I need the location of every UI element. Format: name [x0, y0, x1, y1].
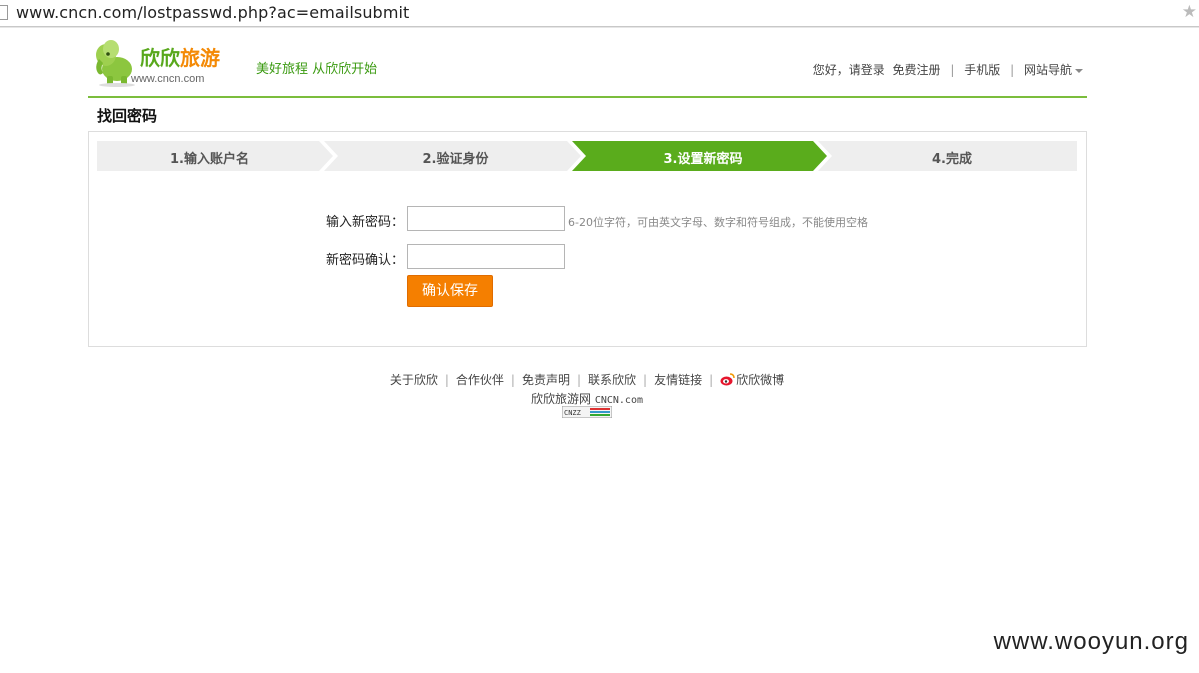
step-1: 1.输入账户名 [170, 152, 249, 167]
footer-separator: | [510, 373, 515, 387]
footer-link-partners[interactable]: 合作伙伴 [456, 373, 504, 387]
site-nav-label: 网站导航 [1023, 63, 1072, 77]
footer-separator: | [709, 373, 714, 387]
watermark: www.wooyun.org [993, 628, 1189, 655]
reset-password-panel: 1.输入账户名 2.验证身份 3.设置新密码 4.完成 输入新密码： 6-20位… [88, 131, 1087, 347]
footer-link-disclaimer[interactable]: 免责声明 [522, 373, 570, 387]
nav-separator: | [950, 63, 955, 77]
copyright-domain: CNCN.com [594, 395, 643, 406]
cnzz-badge-label: CNZZ [564, 409, 581, 417]
footer-separator: | [444, 373, 449, 387]
url-text[interactable]: www.cncn.com/lostpasswd.php?ac=emailsubm… [16, 3, 409, 22]
copyright-cn: 欣欣旅游网 [530, 392, 591, 406]
copyright: 欣欣旅游网 CNCN.com [0, 390, 1174, 407]
footer-separator: | [643, 373, 648, 387]
mobile-link[interactable]: 手机版 [964, 63, 1000, 77]
footer-link-contact[interactable]: 联系欣欣 [588, 373, 636, 387]
new-password-label: 输入新密码： [325, 215, 404, 230]
confirm-password-label: 新密码确认： [325, 253, 404, 268]
browser-address-bar[interactable]: www.cncn.com/lostpasswd.php?ac=emailsubm… [0, 0, 1199, 27]
slogan: 美好旅程 从欣欣开始 [256, 62, 378, 77]
site-logo[interactable]: 欣欣旅游 www.cncn.com [93, 39, 243, 89]
step-3-active: 3.设置新密码 [663, 152, 743, 167]
cnzz-badge[interactable]: CNZZ [562, 406, 612, 418]
footer-link-weibo[interactable]: 欣欣微博 [720, 373, 784, 387]
step-4: 4.完成 [932, 152, 972, 167]
new-password-input[interactable] [407, 206, 565, 231]
confirm-password-row: 新密码确认： [89, 244, 1086, 272]
footer-link-friends[interactable]: 友情链接 [654, 373, 702, 387]
footer-weibo-label: 欣欣微博 [736, 373, 785, 387]
step-2: 2.验证身份 [422, 152, 489, 167]
chevron-down-icon [1075, 68, 1083, 73]
page-icon [0, 5, 8, 20]
footer-link-about[interactable]: 关于欣欣 [390, 373, 438, 387]
brand-name: 欣欣旅游 [140, 46, 220, 70]
footer-links: 关于欣欣 | 合作伙伴 | 免责声明 | 联系欣欣 | 友情链接 | 欣欣微博 [0, 371, 1174, 388]
star-icon[interactable]: ★ [1182, 2, 1197, 22]
footer-separator: | [576, 373, 582, 387]
login-link[interactable]: 您好，请登录 [813, 63, 885, 77]
step-indicator: 1.输入账户名 2.验证身份 3.设置新密码 4.完成 [97, 141, 1077, 171]
new-password-hint: 6-20位字符，可由英文字母、数字和符号组成，不能使用空格 [568, 216, 868, 229]
header-divider [88, 96, 1087, 98]
register-link[interactable]: 免费注册 [893, 63, 941, 77]
page-title: 找回密码 [97, 107, 158, 125]
confirm-password-input[interactable] [407, 244, 565, 269]
weibo-icon [720, 373, 735, 386]
save-button[interactable]: 确认保存 [407, 275, 493, 307]
brand-site: www.cncn.com [131, 73, 205, 85]
top-nav: 您好，请登录 免费注册 | 手机版 | 网站导航 [813, 61, 1083, 78]
new-password-row: 输入新密码： 6-20位字符，可由英文字母、数字和符号组成，不能使用空格 [89, 206, 1086, 234]
site-nav-menu[interactable]: 网站导航 [1024, 63, 1083, 77]
nav-separator: | [1010, 63, 1015, 77]
